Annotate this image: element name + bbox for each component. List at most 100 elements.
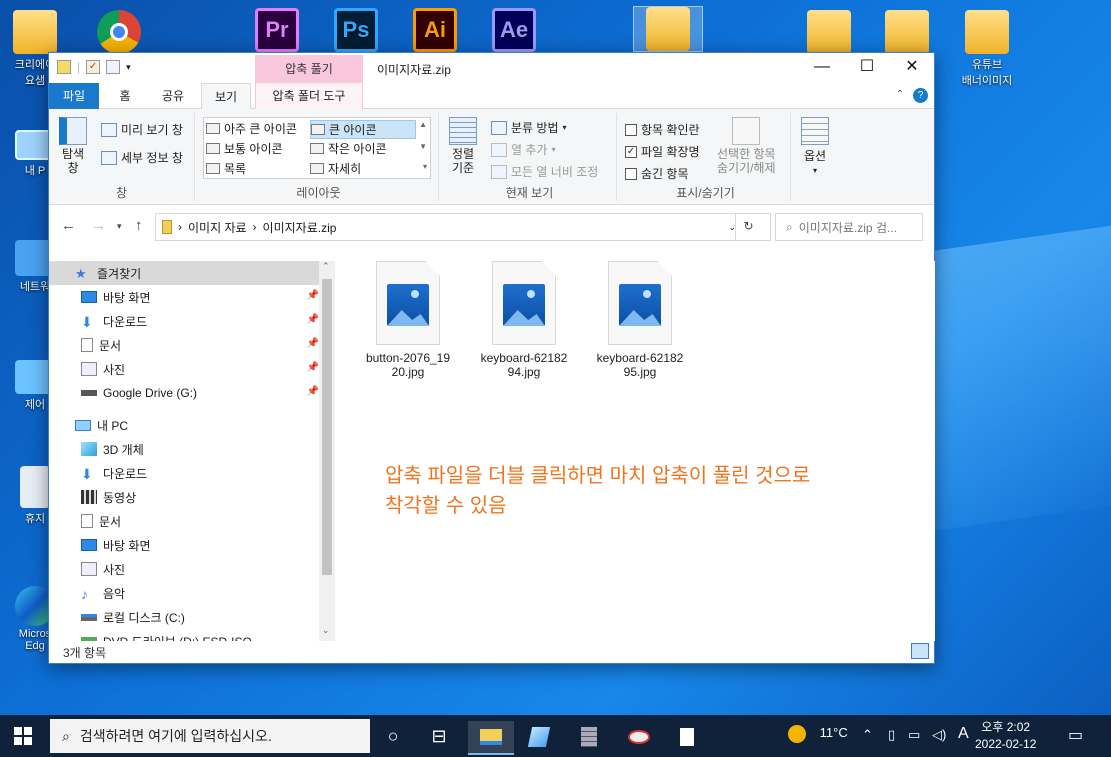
search-input[interactable]: ⌕ 이미지자료.zip 검... — [775, 213, 923, 241]
layout-scroll-up-icon[interactable]: ▲ — [419, 120, 427, 129]
notepad-taskbar-icon[interactable] — [516, 721, 562, 755]
nav-item-documents-pc[interactable]: 문서 — [49, 509, 319, 533]
layout-small-icons[interactable]: 작은 아이콘 — [310, 140, 387, 157]
close-button[interactable]: ✕ — [889, 53, 935, 83]
desktop-icon-folder-2[interactable] — [794, 10, 864, 56]
pin-icon[interactable]: 📌 — [307, 314, 319, 325]
desktop-icon-premiere[interactable]: Pr — [242, 8, 312, 54]
tab-share[interactable]: 공유 — [151, 83, 195, 109]
file-explorer-taskbar-icon[interactable] — [468, 721, 514, 755]
calculator-taskbar-icon[interactable] — [566, 721, 612, 755]
weather-widget[interactable]: 11°C — [788, 725, 848, 743]
taskbar-clock[interactable]: 오후 2:02 2022-02-12 — [975, 719, 1036, 753]
layout-scroll-down-icon[interactable]: ▼ — [419, 142, 427, 151]
collapse-ribbon-icon[interactable]: ⌃ — [896, 89, 904, 100]
desktop-icon-aftereffects[interactable]: Ae — [479, 8, 549, 54]
item-checkboxes-toggle[interactable]: 항목 확인란 — [625, 121, 700, 138]
forward-arrow-icon[interactable]: → — [91, 217, 106, 234]
paint-taskbar-icon[interactable] — [616, 721, 662, 755]
taskbar-search-box[interactable]: ⌕ 검색하려면 여기에 입력하십시오. — [50, 719, 370, 753]
document-taskbar-icon[interactable] — [664, 721, 710, 755]
up-arrow-icon[interactable]: ↑ — [135, 217, 143, 234]
hide-selected-items-button[interactable]: 선택한 항목 숨기기/해제 — [717, 117, 776, 175]
tab-home[interactable]: 홈 — [107, 83, 143, 109]
layout-list[interactable]: 목록 — [206, 160, 246, 177]
layout-large-icons[interactable]: 큰 아이콘 — [310, 120, 416, 139]
back-arrow-icon[interactable]: ← — [61, 217, 76, 234]
nav-item-google-drive[interactable]: Google Drive (G:) 📌 — [49, 381, 319, 405]
breadcrumb-item[interactable]: 이미지자료.zip — [263, 219, 337, 236]
title-bar[interactable]: | ✓ ▾ 압축 풀기 이미지자료.zip — ☐ ✕ — [49, 53, 934, 83]
options-button[interactable]: 옵션 ▾ — [801, 117, 829, 175]
network-icon[interactable]: ▭ — [908, 727, 920, 743]
details-pane-button[interactable]: 세부 정보 창 — [101, 149, 183, 166]
pin-icon[interactable]: 📌 — [307, 386, 319, 397]
volume-icon[interactable]: ◁) — [932, 727, 946, 743]
pin-icon[interactable]: 📌 — [307, 362, 319, 373]
file-item[interactable]: keyboard-62182 95.jpg — [585, 261, 695, 379]
breadcrumb-separator-icon[interactable]: › — [178, 220, 182, 234]
nav-item-downloads[interactable]: ⬇ 다운로드 📌 — [49, 309, 319, 333]
add-columns-button[interactable]: 열 추가 ▾ — [491, 141, 555, 158]
file-item[interactable]: keyboard-62182 94.jpg — [469, 261, 579, 379]
nav-quick-access[interactable]: ★ 즐겨찾기 — [49, 261, 319, 285]
desktop-icon-folder-selected[interactable] — [633, 6, 703, 52]
nav-item-downloads-pc[interactable]: ⬇ 다운로드 — [49, 461, 319, 485]
nav-item-local-disk[interactable]: 로컬 디스크 (C:) — [49, 605, 319, 629]
task-view-icon[interactable]: ⊟ — [416, 721, 462, 755]
breadcrumb-item[interactable]: 이미지 자료 — [188, 219, 247, 236]
nav-item-3d-objects[interactable]: 3D 개체 — [49, 437, 319, 461]
desktop-icon-photoshop[interactable]: Ps — [321, 8, 391, 54]
hidden-items-toggle[interactable]: 숨긴 항목 — [625, 165, 689, 182]
qat-dropdown-icon[interactable]: ▾ — [126, 62, 131, 73]
properties-icon[interactable]: ✓ — [86, 60, 101, 74]
size-all-columns-button[interactable]: 모든 열 너비 조정 — [491, 163, 598, 180]
navigation-pane-button[interactable]: 탐색 창 — [59, 117, 87, 175]
nav-item-desktop-pc[interactable]: 바탕 화면 — [49, 533, 319, 557]
details-view-icon[interactable] — [889, 643, 907, 659]
nav-item-desktop[interactable]: 바탕 화면 📌 — [49, 285, 319, 309]
nav-item-pictures[interactable]: 사진 📌 — [49, 357, 319, 381]
preview-pane-button[interactable]: 미리 보기 창 — [101, 121, 183, 138]
group-by-button[interactable]: 분류 방법 ▾ — [491, 119, 567, 136]
show-hidden-icons-chevron[interactable]: ⌃ — [862, 727, 873, 743]
tab-view[interactable]: 보기 — [201, 83, 251, 110]
maximize-button[interactable]: ☐ — [844, 53, 890, 83]
windows-start-icon[interactable] — [14, 727, 32, 745]
explorer-window[interactable]: | ✓ ▾ 압축 풀기 이미지자료.zip — ☐ ✕ 파일 홈 공유 보기 압… — [48, 52, 935, 664]
address-field[interactable]: › 이미지 자료 › 이미지자료.zip ⌄ — [155, 213, 771, 241]
large-icons-view-icon[interactable] — [911, 643, 929, 659]
nav-scrollbar-thumb[interactable] — [322, 279, 332, 575]
desktop-icon-youtube-banner[interactable]: 유튜브 배너이미지 — [952, 10, 1022, 88]
tab-file[interactable]: 파일 — [49, 83, 99, 109]
cortana-icon[interactable]: ○ — [370, 721, 416, 755]
layout-expand-icon[interactable]: ▾ — [423, 162, 427, 171]
layout-extra-large-icons[interactable]: 아주 큰 아이콘 — [206, 120, 297, 137]
notification-center-icon[interactable]: ▭ — [1068, 725, 1083, 745]
nav-this-pc[interactable]: 내 PC — [49, 413, 319, 437]
nav-item-documents[interactable]: 문서 📌 — [49, 333, 319, 357]
layout-medium-icons[interactable]: 보통 아이콘 — [206, 140, 283, 157]
recent-locations-icon[interactable]: ▾ — [117, 221, 122, 232]
nav-item-music[interactable]: ♪ 음악 — [49, 581, 319, 605]
zip-folder-icon[interactable] — [57, 60, 71, 74]
desktop-icon-illustrator[interactable]: Ai — [400, 8, 470, 54]
file-list[interactable]: button-2076_19 20.jpg keyboard-62182 94.… — [339, 261, 935, 641]
new-folder-icon[interactable] — [106, 60, 121, 74]
file-extensions-toggle[interactable]: ✓ 파일 확장명 — [625, 143, 700, 160]
file-item[interactable]: button-2076_19 20.jpg — [353, 261, 463, 379]
tab-compressed-folder-tools[interactable]: 압축 폴더 도구 — [255, 83, 363, 109]
desktop-icon-folder-3[interactable] — [872, 10, 942, 56]
help-icon[interactable]: ? — [913, 88, 928, 103]
refresh-button[interactable]: ↻ — [735, 213, 761, 241]
pin-icon[interactable]: 📌 — [307, 290, 319, 301]
input-method-indicator[interactable]: A — [958, 725, 969, 743]
battery-icon[interactable]: ▯ — [888, 727, 895, 743]
nav-item-pictures-pc[interactable]: 사진 — [49, 557, 319, 581]
breadcrumb-separator-icon[interactable]: › — [253, 220, 257, 234]
scroll-down-icon[interactable]: ⌄ — [322, 625, 330, 636]
nav-item-videos[interactable]: 동영상 — [49, 485, 319, 509]
sort-by-button[interactable]: 정렬 기준 — [449, 117, 477, 175]
pin-icon[interactable]: 📌 — [307, 338, 319, 349]
desktop-icon-chrome[interactable] — [84, 10, 154, 56]
